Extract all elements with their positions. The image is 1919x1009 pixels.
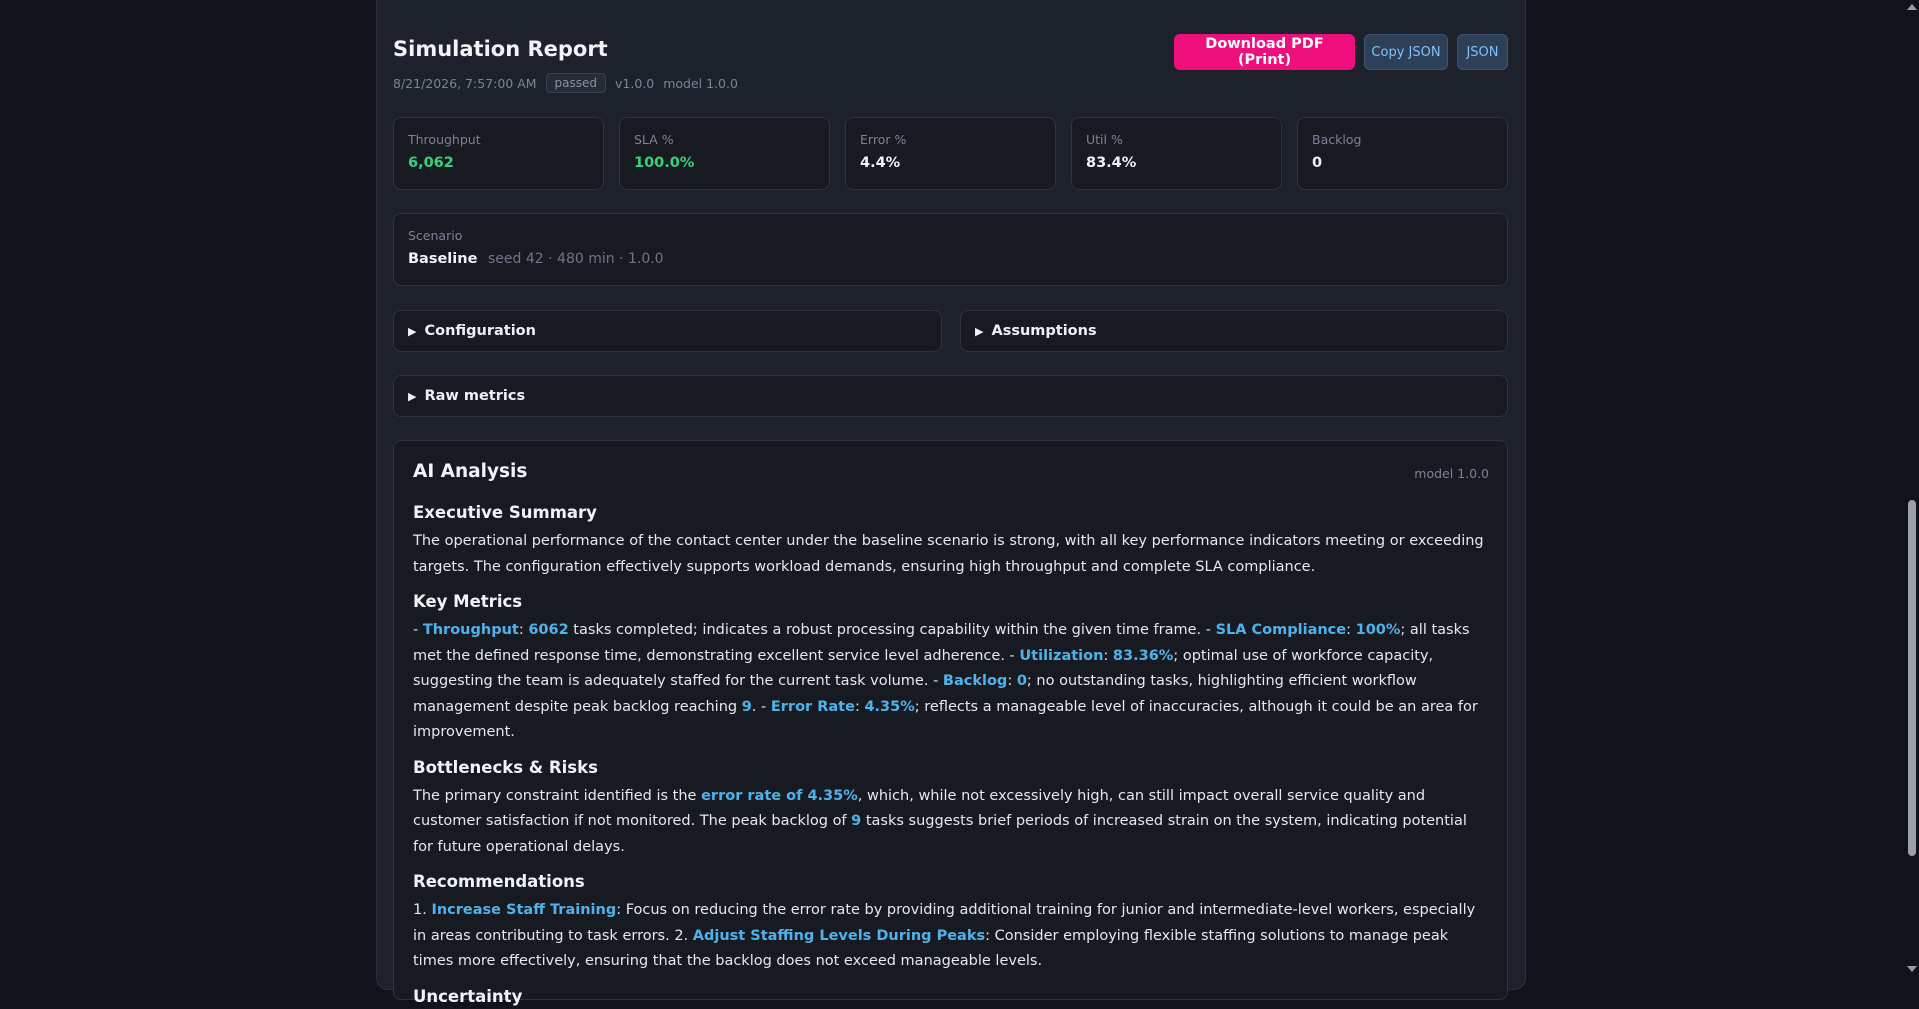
key-metrics-text: - Throughput: 6062 tasks completed; indi… xyxy=(413,622,1478,740)
key-metrics-heading: Key Metrics xyxy=(413,592,523,611)
raw-metrics-toggle[interactable]: ▶ Raw metrics xyxy=(393,375,1508,417)
report-model: model 1.0.0 xyxy=(663,75,738,91)
report-meta: 8/21/2026, 7:57:00 AM passed v1.0.0 mode… xyxy=(393,73,738,93)
executive-summary-text: The operational performance of the conta… xyxy=(413,533,1484,575)
scenario-name: Baseline xyxy=(408,251,478,267)
executive-summary-heading: Executive Summary xyxy=(413,503,597,522)
kpi-label: Error % xyxy=(860,132,907,147)
copy-json-button[interactable]: Copy JSON xyxy=(1364,34,1448,70)
scenario-details: seed 42 · 480 min · 1.0.0 xyxy=(488,251,664,267)
assumptions-toggle[interactable]: ▶ Assumptions xyxy=(960,310,1508,352)
uncertainty-heading: Uncertainty xyxy=(413,986,523,1006)
scenario-card: Scenario Baseline seed 42 · 480 min · 1.… xyxy=(393,213,1508,286)
scenario-label: Scenario xyxy=(408,228,463,243)
caret-right-icon: ▶ xyxy=(975,324,984,338)
scroll-up-arrow-icon[interactable] xyxy=(1907,4,1917,10)
status-badge: passed xyxy=(545,73,607,93)
bottlenecks-text: The primary constraint identified is the… xyxy=(413,787,1467,855)
page-scrollbar[interactable] xyxy=(1904,0,1919,976)
kpi-value: 0 xyxy=(1312,155,1323,171)
report-timestamp: 8/21/2026, 7:57:00 AM xyxy=(393,75,537,91)
scrollbar-thumb[interactable] xyxy=(1908,500,1916,856)
page-title: Simulation Report xyxy=(393,37,608,61)
kpi-card-backlog: Backlog 0 xyxy=(1297,117,1508,190)
kpi-label: Throughput xyxy=(408,132,481,147)
raw-metrics-label: Raw metrics xyxy=(424,388,526,404)
kpi-label: Util % xyxy=(1086,132,1123,147)
assumptions-label: Assumptions xyxy=(991,323,1097,339)
kpi-value: 6,062 xyxy=(408,155,454,171)
kpi-card-throughput: Throughput 6,062 xyxy=(393,117,604,190)
kpi-label: SLA % xyxy=(634,132,674,147)
kpi-card-error: Error % 4.4% xyxy=(845,117,1056,190)
configuration-toggle[interactable]: ▶ Configuration xyxy=(393,310,942,352)
scroll-down-arrow-icon[interactable] xyxy=(1907,966,1917,972)
bottlenecks-heading: Bottlenecks & Risks xyxy=(413,757,598,777)
caret-right-icon: ▶ xyxy=(408,324,417,338)
report-version: v1.0.0 xyxy=(615,75,655,91)
ai-model-label: model 1.0.0 xyxy=(1414,466,1489,481)
kpi-card-sla: SLA % 100.0% xyxy=(619,117,830,190)
json-button[interactable]: JSON xyxy=(1457,34,1508,70)
kpi-value: 83.4% xyxy=(1086,155,1137,171)
configuration-label: Configuration xyxy=(424,323,536,339)
recommendations-heading: Recommendations xyxy=(413,872,585,891)
kpi-card-util: Util % 83.4% xyxy=(1071,117,1282,190)
ai-analysis-card: AI Analysis model 1.0.0 Executive Summar… xyxy=(393,440,1508,1006)
ai-analysis-body: Executive Summary The operational perfor… xyxy=(413,501,1488,1009)
download-pdf-button[interactable]: Download PDF (Print) xyxy=(1174,34,1355,70)
kpi-value: 4.4% xyxy=(860,155,901,171)
caret-right-icon: ▶ xyxy=(408,389,417,403)
kpi-value: 100.0% xyxy=(634,155,695,171)
recommendations-text: 1. Increase Staff Training: Focus on red… xyxy=(413,902,1476,969)
kpi-label: Backlog xyxy=(1312,132,1362,147)
ai-analysis-title: AI Analysis xyxy=(413,461,528,482)
